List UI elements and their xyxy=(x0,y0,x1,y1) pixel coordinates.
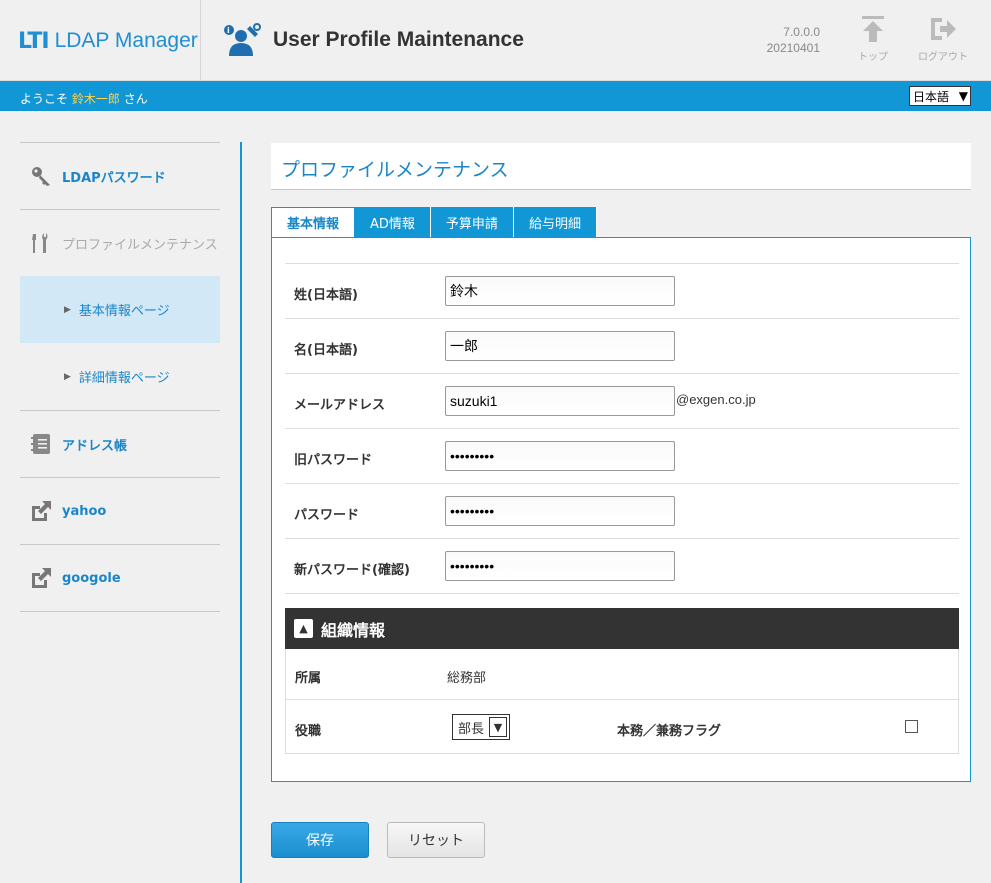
welcome-prefix: ようこそ xyxy=(20,92,69,106)
position-value: 部長 xyxy=(458,721,485,737)
form-row-email: メールアドレス @exgen.co.jp xyxy=(285,373,959,428)
org-section-header[interactable]: ▲ 組織情報 xyxy=(285,608,959,649)
triangle-right-icon: ▶ xyxy=(64,304,71,315)
header-divider xyxy=(200,0,201,80)
position-label: 役職 xyxy=(295,724,322,739)
first-name-input[interactable] xyxy=(445,331,675,361)
sidebar-subitem-label: 基本情報ページ xyxy=(78,304,170,319)
flag-checkbox[interactable] xyxy=(905,720,918,733)
logout-label: ログアウト xyxy=(918,52,968,63)
chevron-down-icon: ▼ xyxy=(489,717,507,737)
tools-icon xyxy=(32,233,48,253)
form-row-last-name: 姓(日本語) xyxy=(285,263,959,318)
form-panel: 姓(日本語) 名(日本語) メールアドレス @exgen.co.jp 旧パスワー… xyxy=(271,237,971,782)
address-book-icon xyxy=(31,434,50,454)
form-row-password: パスワード xyxy=(285,483,959,538)
sidebar-item-googole[interactable]: googole xyxy=(20,544,220,611)
sidebar-subitem-detail-info[interactable]: ▶ 詳細情報ページ xyxy=(20,343,220,410)
sidebar-subitem-basic-info[interactable]: ▶ 基本情報ページ xyxy=(20,276,220,343)
org-row-department: 所属 総務部 xyxy=(285,649,959,700)
sidebar-item-label: googole xyxy=(62,570,121,586)
logo-mark: LTI xyxy=(18,28,50,54)
sidebar-item-label: プロファイルメンテナンス xyxy=(62,237,218,253)
save-button[interactable]: 保存 xyxy=(271,822,369,858)
version-number: 7.0.0.0 xyxy=(783,25,820,39)
sidebar-item-address-book[interactable]: アドレス帳 xyxy=(20,410,220,477)
language-select[interactable]: 日本語 ▼ xyxy=(909,86,971,106)
password-label: パスワード xyxy=(294,508,360,523)
app-logo[interactable]: LTI LDAP Manager xyxy=(18,22,200,60)
department-value: 総務部 xyxy=(447,671,487,686)
reset-button[interactable]: リセット xyxy=(387,822,485,858)
old-password-input[interactable] xyxy=(445,441,675,471)
logo-text: LDAP Manager xyxy=(54,29,198,52)
flag-label: 本務／兼務フラグ xyxy=(617,724,722,739)
tab-bar: 基本情報 AD情報 予算申請 給与明細 xyxy=(271,207,597,238)
tab-budget-request[interactable]: 予算申請 xyxy=(430,207,514,238)
version-info: 7.0.0.0 20210401 xyxy=(760,24,820,56)
tab-payslip[interactable]: 給与明細 xyxy=(513,207,597,238)
form-divider xyxy=(285,593,959,594)
user-name: 鈴木一郎 xyxy=(71,92,120,106)
logout-icon xyxy=(931,18,956,40)
svg-text:i: i xyxy=(227,26,230,35)
last-name-input[interactable] xyxy=(445,276,675,306)
password-input[interactable] xyxy=(445,496,675,526)
org-section-title: 組織情報 xyxy=(321,620,386,640)
email-domain: @exgen.co.jp xyxy=(676,392,756,407)
sidebar-subitem-label: 詳細情報ページ xyxy=(78,371,170,386)
external-link-icon xyxy=(32,568,51,588)
top-button[interactable]: トップ xyxy=(845,14,901,63)
confirm-password-input[interactable] xyxy=(445,551,675,581)
section-title: プロファイルメンテナンス xyxy=(271,143,971,190)
sidebar-item-ldap-password[interactable]: LDAPパスワード xyxy=(20,142,220,209)
form-row-first-name: 名(日本語) xyxy=(285,318,959,373)
top-label: トップ xyxy=(858,52,888,63)
triangle-right-icon: ▶ xyxy=(64,371,71,382)
confirm-password-label: 新パスワード(確認) xyxy=(294,563,410,578)
last-name-label: 姓(日本語) xyxy=(294,288,358,303)
sidebar-item-label: LDAPパスワード xyxy=(62,170,166,186)
key-icon xyxy=(32,167,50,186)
sidebar-item-profile-maintenance[interactable]: プロファイルメンテナンス xyxy=(20,209,220,276)
sidebar-item-label: yahoo xyxy=(62,503,107,519)
page-title: User Profile Maintenance xyxy=(273,28,524,51)
tab-basic-info[interactable]: 基本情報 xyxy=(271,207,356,238)
collapse-icon[interactable]: ▲ xyxy=(294,619,313,638)
sidebar-divider xyxy=(20,611,220,612)
department-label: 所属 xyxy=(295,671,322,686)
chevron-down-icon: ▼ xyxy=(958,89,968,103)
welcome-bar: ようこそ 鈴木一郎 さん 日本語 ▼ xyxy=(0,81,991,111)
form-row-old-password: 旧パスワード xyxy=(285,428,959,483)
sidebar: LDAPパスワード プロファイルメンテナンス ▶ 基本情報ページ ▶ 詳細情報ペ… xyxy=(20,142,220,612)
sidebar-item-label: アドレス帳 xyxy=(62,438,128,454)
welcome-suffix: さん xyxy=(123,92,148,106)
user-settings-icon: i xyxy=(224,23,261,56)
welcome-message: ようこそ 鈴木一郎 さん xyxy=(20,90,148,107)
sidebar-separator xyxy=(240,142,242,883)
build-number: 20210401 xyxy=(766,41,820,55)
first-name-label: 名(日本語) xyxy=(294,343,358,358)
language-value: 日本語 xyxy=(913,89,950,104)
upload-icon xyxy=(862,16,884,42)
sidebar-item-yahoo[interactable]: yahoo xyxy=(20,477,220,544)
old-password-label: 旧パスワード xyxy=(294,453,373,468)
tab-ad-info[interactable]: AD情報 xyxy=(355,207,431,238)
email-label: メールアドレス xyxy=(294,398,386,413)
form-row-confirm-password: 新パスワード(確認) xyxy=(285,538,959,593)
app-header: LTI LDAP Manager i User Profile Maintena… xyxy=(0,0,991,81)
org-row-position: 役職 部長 ▼ 本務／兼務フラグ xyxy=(285,700,959,754)
logout-button[interactable]: ログアウト xyxy=(915,14,971,63)
email-input[interactable] xyxy=(445,386,675,416)
position-select[interactable]: 部長 ▼ xyxy=(452,714,510,740)
external-link-icon xyxy=(32,501,51,521)
